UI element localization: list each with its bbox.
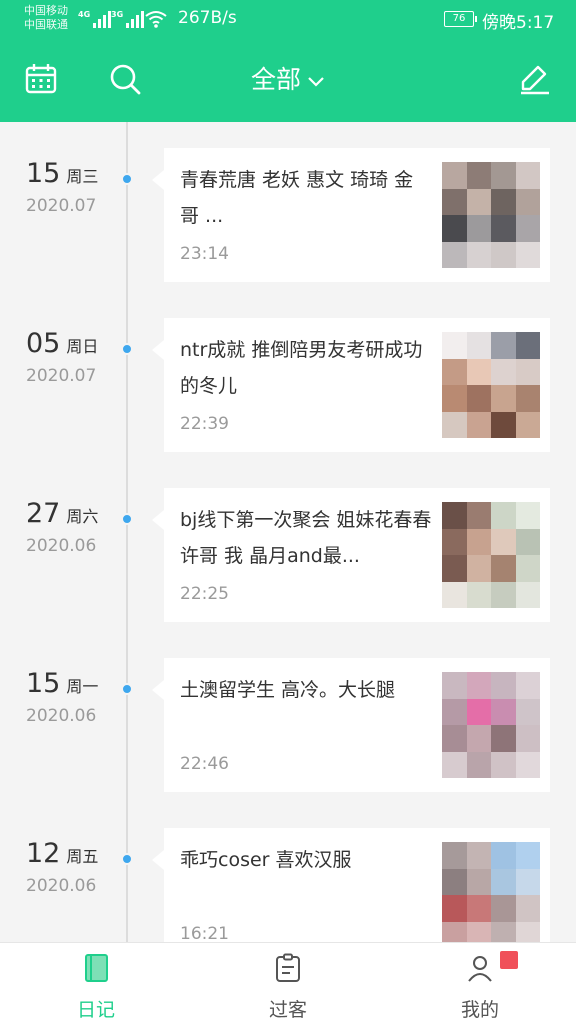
entry-date: 12 周五 [26,838,98,869]
entry-thumbnail[interactable] [442,332,540,438]
nav-item-visitors[interactable]: 过客 [192,943,384,1024]
entry-time: 22:46 [180,754,229,774]
entry-thumbnail[interactable] [442,842,540,942]
entry-thumbnail[interactable] [442,672,540,778]
entry-time: 23:14 [180,244,229,264]
entry-time: 22:39 [180,414,229,434]
entry-date: 05 周日 [26,328,98,359]
entry-year-month: 2020.07 [26,196,97,216]
entry-weekday: 周日 [66,337,99,356]
entry-thumbnail[interactable] [442,502,540,608]
entry-time: 16:21 [180,924,229,942]
nav-label-visitors: 过客 [268,999,307,1021]
entry-title: bj线下第一次聚会 姐妹花春春 许哥 我 晶月and最... [180,509,432,567]
entry-title: 青春荒唐 老妖 惠文 琦琦 金哥 ... [180,169,414,227]
timeline-dot [121,853,133,865]
network-speed: 267B/s [178,8,237,28]
entry-card[interactable]: 乖巧coser 喜欢汉服 16:21 [152,828,550,942]
timeline-dot [121,683,133,695]
entry-date: 15 周一 [26,668,98,699]
entry-weekday: 周一 [66,677,99,696]
entry-title: ntr成就 推倒陪男友考研成功的冬儿 [180,339,423,397]
timeline-dot [121,173,133,185]
nav-label-me: 我的 [460,999,499,1021]
entry-title: 土澳留学生 高冷。大长腿 [180,679,396,701]
entry-date: 15 周三 [26,158,98,189]
entry-year-month: 2020.06 [26,876,97,896]
chevron-down-icon [308,77,324,87]
nav-item-me[interactable]: 我的 [384,943,576,1024]
entry-weekday: 周六 [66,507,99,526]
battery-icon: 76 [444,11,477,27]
diary-entry[interactable]: 12 周五 2020.06 乖巧coser 喜欢汉服 16:21 [0,802,576,942]
carrier-2: 中国联通 [24,18,68,31]
entry-day: 27 [26,498,61,529]
profile-icon [468,956,492,982]
timeline-dot [121,343,133,355]
notification-badge [500,951,518,969]
battery-level: 76 [452,13,466,24]
entry-card[interactable]: 青春荒唐 老妖 惠文 琦琦 金哥 ... 23:14 [152,148,550,282]
entry-weekday: 周五 [66,847,99,866]
carrier-names: 中国移动 中国联通 [24,4,68,32]
toolbar: 全部 [0,40,576,122]
carrier-1: 中国移动 [24,4,68,17]
entry-card[interactable]: 土澳留学生 高冷。大长腿 22:46 [152,658,550,792]
entry-card[interactable]: bj线下第一次聚会 姐妹花春春 许哥 我 晶月and最... 22:25 [152,488,550,622]
entry-day: 05 [26,328,61,359]
entry-card[interactable]: ntr成就 推倒陪男友考研成功的冬儿 22:39 [152,318,550,452]
entry-year-month: 2020.06 [26,706,97,726]
signal-2-icon: 3G [111,10,145,28]
entry-year-month: 2020.07 [26,366,97,386]
edit-icon[interactable] [518,62,552,96]
network-type-1: 4G [78,10,91,19]
wifi-icon [145,11,167,28]
nav-label-diary: 日记 [76,999,115,1021]
entry-year-month: 2020.06 [26,536,97,556]
nav-item-diary[interactable]: 日记 [0,943,192,1024]
diary-entry[interactable]: 27 周六 2020.06 bj线下第一次聚会 姐妹花春春 许哥 我 晶月and最… [0,462,576,622]
app-header: 中国移动 中国联通 4G 3G 267B/s 76 傍晚5:17 全部 [0,0,576,122]
entry-title: 乖巧coser 喜欢汉服 [180,849,352,871]
filter-dropdown[interactable]: 全部 [0,62,576,98]
bottom-navigation: 日记 过客 我的 [0,942,576,1024]
signal-1-icon: 4G [78,10,112,28]
entry-day: 12 [26,838,61,869]
entry-date: 27 周六 [26,498,98,529]
network-type-2: 3G [111,10,124,19]
filter-label: 全部 [250,65,301,94]
clipboard-icon [276,953,300,982]
diary-entry[interactable]: 15 周三 2020.07 青春荒唐 老妖 惠文 琦琦 金哥 ... 23:14 [0,122,576,282]
diary-timeline[interactable]: 15 周三 2020.07 青春荒唐 老妖 惠文 琦琦 金哥 ... 23:14 … [0,122,576,942]
diary-book-icon [85,954,108,982]
entry-weekday: 周三 [66,167,99,186]
entry-time: 22:25 [180,584,229,604]
timeline-dot [121,513,133,525]
status-time: 傍晚5:17 [482,13,555,33]
status-bar: 中国移动 中国联通 4G 3G 267B/s 76 傍晚5:17 [0,0,576,40]
entry-day: 15 [26,668,61,699]
entry-day: 15 [26,158,61,189]
diary-entry[interactable]: 05 周日 2020.07 ntr成就 推倒陪男友考研成功的冬儿 22:39 [0,292,576,452]
entry-thumbnail[interactable] [442,162,540,268]
diary-entry[interactable]: 15 周一 2020.06 土澳留学生 高冷。大长腿 22:46 [0,632,576,792]
